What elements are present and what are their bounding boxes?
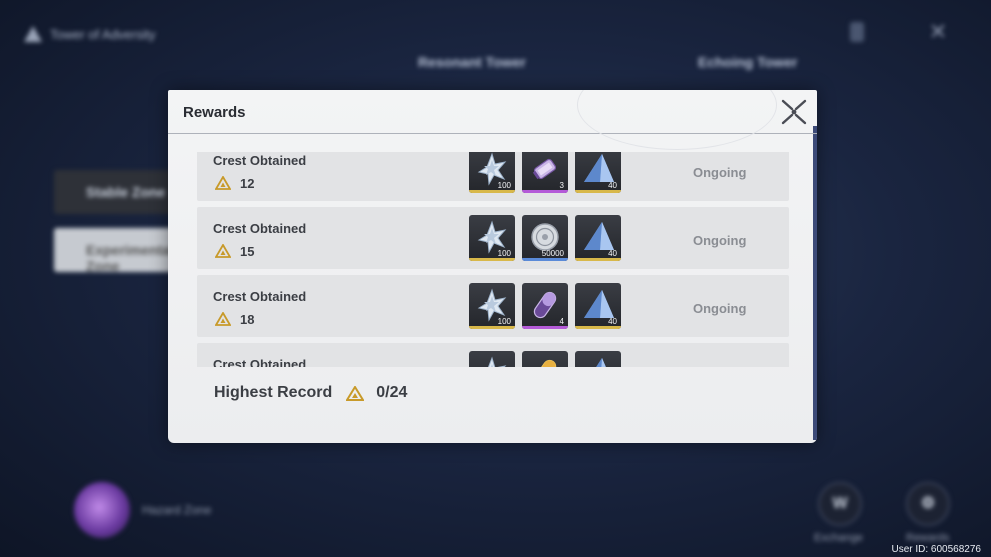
header-decoration: [577, 90, 777, 150]
row-status: Ongoing: [693, 301, 747, 316]
experimental-zone-button: Experimental Zone: [54, 228, 174, 274]
bg-header: Tower of Adversity: [24, 26, 156, 42]
rarity-stripe: [522, 258, 568, 261]
reward-item[interactable]: [575, 351, 621, 367]
rarity-stripe: [575, 326, 621, 329]
stable-zone-button: Stable Zone: [54, 170, 174, 214]
item-quantity: 40: [608, 249, 617, 258]
row-status: Ongoing: [693, 233, 747, 248]
reward-item[interactable]: 3: [522, 152, 568, 193]
reward-item[interactable]: 40: [575, 215, 621, 261]
row-title: Crest Obtained: [213, 289, 307, 304]
bg-close-icon: ✕: [928, 19, 948, 44]
rewards-modal: Rewards Crest Obtained 12 100 3 40 Ongoing Cre…: [168, 90, 817, 443]
crest-icon: [215, 312, 231, 326]
bg-title-label: Tower of Adversity: [50, 26, 156, 42]
crest-icon: [215, 176, 231, 190]
reward-list[interactable]: Crest Obtained 12 100 3 40 Ongoing Crest Obtai…: [197, 152, 789, 367]
item-quantity: 100: [497, 249, 511, 258]
item-quantity: 3: [559, 181, 564, 190]
reward-item[interactable]: [469, 351, 515, 367]
row-title: Crest Obtained: [213, 357, 307, 367]
reward-item[interactable]: 4: [522, 283, 568, 329]
reward-row: Crest Obtained 15 100 50000 40 Ongoing: [197, 207, 789, 269]
capsule-gold-icon: [533, 359, 557, 367]
row-crest-count: 15: [240, 244, 255, 259]
record-value: 0/24: [376, 384, 408, 401]
row-status: Ongoing: [693, 165, 747, 180]
exchange-icon: W: [818, 482, 862, 526]
reward-row: Crest ObtainedOngoing: [197, 343, 789, 367]
row-crest-count: 18: [240, 312, 255, 327]
item-quantity: 40: [608, 317, 617, 326]
item-quantity: 100: [497, 317, 511, 326]
rarity-stripe: [575, 258, 621, 261]
highest-record: Highest Record 0/24: [214, 384, 407, 402]
modal-header: Rewards: [168, 90, 817, 150]
reward-row: Crest Obtained 12 100 3 40 Ongoing: [197, 152, 789, 201]
canister-icon: [532, 158, 557, 180]
reward-item[interactable]: 40: [575, 283, 621, 329]
rarity-stripe: [522, 190, 568, 193]
user-id: User ID: 600568276: [891, 544, 981, 555]
star-icon: [488, 356, 507, 367]
tab-resonant-tower: Resonant Tower: [418, 54, 526, 70]
hazard-label: Hazard Zone: [142, 503, 212, 517]
item-quantity: 100: [497, 181, 511, 190]
capsule-icon: [533, 291, 557, 319]
rarity-stripe: [575, 190, 621, 193]
item-quantity: 40: [608, 181, 617, 190]
info-icon: [850, 22, 864, 42]
exchange-label: Exchange: [814, 532, 863, 544]
reward-item[interactable]: [522, 351, 568, 367]
tab-echoing-tower: Echoing Tower: [698, 54, 798, 70]
item-quantity: 50000: [541, 249, 564, 258]
rewards-shortcut-label: Rewards: [906, 532, 950, 544]
row-title: Crest Obtained: [213, 153, 307, 168]
crest-icon: [215, 244, 231, 258]
row-title: Crest Obtained: [213, 221, 307, 236]
modal-title: Rewards: [183, 104, 246, 121]
reward-item[interactable]: 100: [469, 215, 515, 261]
item-quantity: 4: [559, 317, 564, 326]
reward-item[interactable]: 40: [575, 152, 621, 193]
rarity-stripe: [469, 258, 515, 261]
row-crest-count: 12: [240, 176, 255, 191]
gear-icon: ⚙: [906, 482, 950, 526]
close-icon: [781, 99, 807, 125]
shard-icon: [596, 358, 606, 367]
reward-row: Crest Obtained 18 100 4 40 Ongoing: [197, 275, 789, 337]
tower-icon: [24, 26, 42, 42]
rarity-stripe: [469, 190, 515, 193]
record-label: Highest Record: [214, 384, 333, 401]
reward-item[interactable]: 50000: [522, 215, 568, 261]
close-button[interactable]: [779, 97, 809, 127]
modal-accent-bar: [813, 126, 817, 440]
rarity-stripe: [469, 326, 515, 329]
rarity-stripe: [522, 326, 568, 329]
hazard-orb-icon: [74, 482, 130, 538]
reward-item[interactable]: 100: [469, 152, 515, 193]
crest-icon: [346, 385, 365, 401]
reward-item[interactable]: 100: [469, 283, 515, 329]
